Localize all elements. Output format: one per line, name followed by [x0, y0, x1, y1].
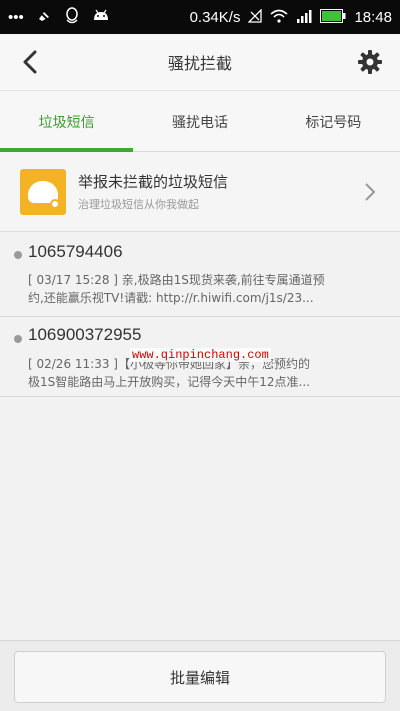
signal-blocked-icon	[247, 7, 263, 26]
tab-bar: 垃圾短信 骚扰电话 标记号码	[0, 90, 400, 152]
tab-harassing-calls[interactable]: 骚扰电话	[133, 91, 266, 152]
battery-icon	[320, 8, 346, 26]
status-icons-left: •••	[8, 6, 190, 28]
report-title: 举报未拦截的垃圾短信	[78, 173, 229, 191]
android-icon	[92, 8, 110, 27]
unread-dot	[14, 335, 22, 343]
report-spam-row[interactable]: 举报未拦截的垃圾短信 治理垃圾短信从你我做起	[0, 152, 400, 232]
network-speed: 0.34K/s	[189, 8, 241, 26]
status-time: 18:48	[354, 8, 392, 26]
status-bar: ••• 0.34K/s 18:48	[0, 0, 400, 34]
mute-icon	[36, 8, 52, 27]
bottom-bar: 批量编辑	[0, 640, 400, 711]
message-line: 约,还能赢乐视TV!请戳: http://r.hiwifi.com/j1s/23…	[28, 291, 314, 305]
chevron-right-icon	[365, 183, 376, 201]
sender-number: 106900372955	[28, 325, 142, 344]
back-arrow-icon	[23, 50, 37, 74]
report-subtitle: 治理垃圾短信从你我做起	[78, 198, 199, 211]
title-bar: 骚扰拦截	[0, 34, 400, 90]
page-title: 骚扰拦截	[167, 54, 232, 73]
qq-icon	[64, 6, 80, 28]
tab-marked-numbers[interactable]: 标记号码	[267, 91, 400, 152]
message-preview: [ 03/17 15:28 ] 亲,极路由1S现货来袭,前往专属通道预 约,还能…	[28, 271, 383, 307]
more-icon: •••	[8, 8, 24, 26]
cell-signal-icon	[296, 9, 312, 26]
report-helmet-icon	[20, 168, 66, 215]
unread-dot	[14, 251, 22, 259]
gear-icon	[358, 50, 382, 74]
watermark: www.qinpinchang.com	[130, 348, 271, 362]
status-icons-right: 0.34K/s 18:48	[189, 7, 392, 26]
sender-number: 1065794406	[28, 242, 123, 261]
message-line: 极1S智能路由马上开放购买，记得今天中午12点准...	[28, 375, 310, 389]
settings-button[interactable]	[352, 44, 388, 80]
tab-spam-sms[interactable]: 垃圾短信	[0, 91, 133, 152]
batch-edit-button[interactable]: 批量编辑	[14, 651, 386, 703]
message-line: [ 03/17 15:28 ] 亲,极路由1S现货来袭,前往专属通道预	[28, 273, 325, 287]
back-button[interactable]	[12, 44, 48, 80]
report-text: 举报未拦截的垃圾短信 治理垃圾短信从你我做起	[78, 171, 400, 212]
list-item[interactable]: 1065794406 [ 03/17 15:28 ] 亲,极路由1S现货来袭,前…	[0, 233, 400, 317]
wifi-icon	[270, 9, 288, 26]
